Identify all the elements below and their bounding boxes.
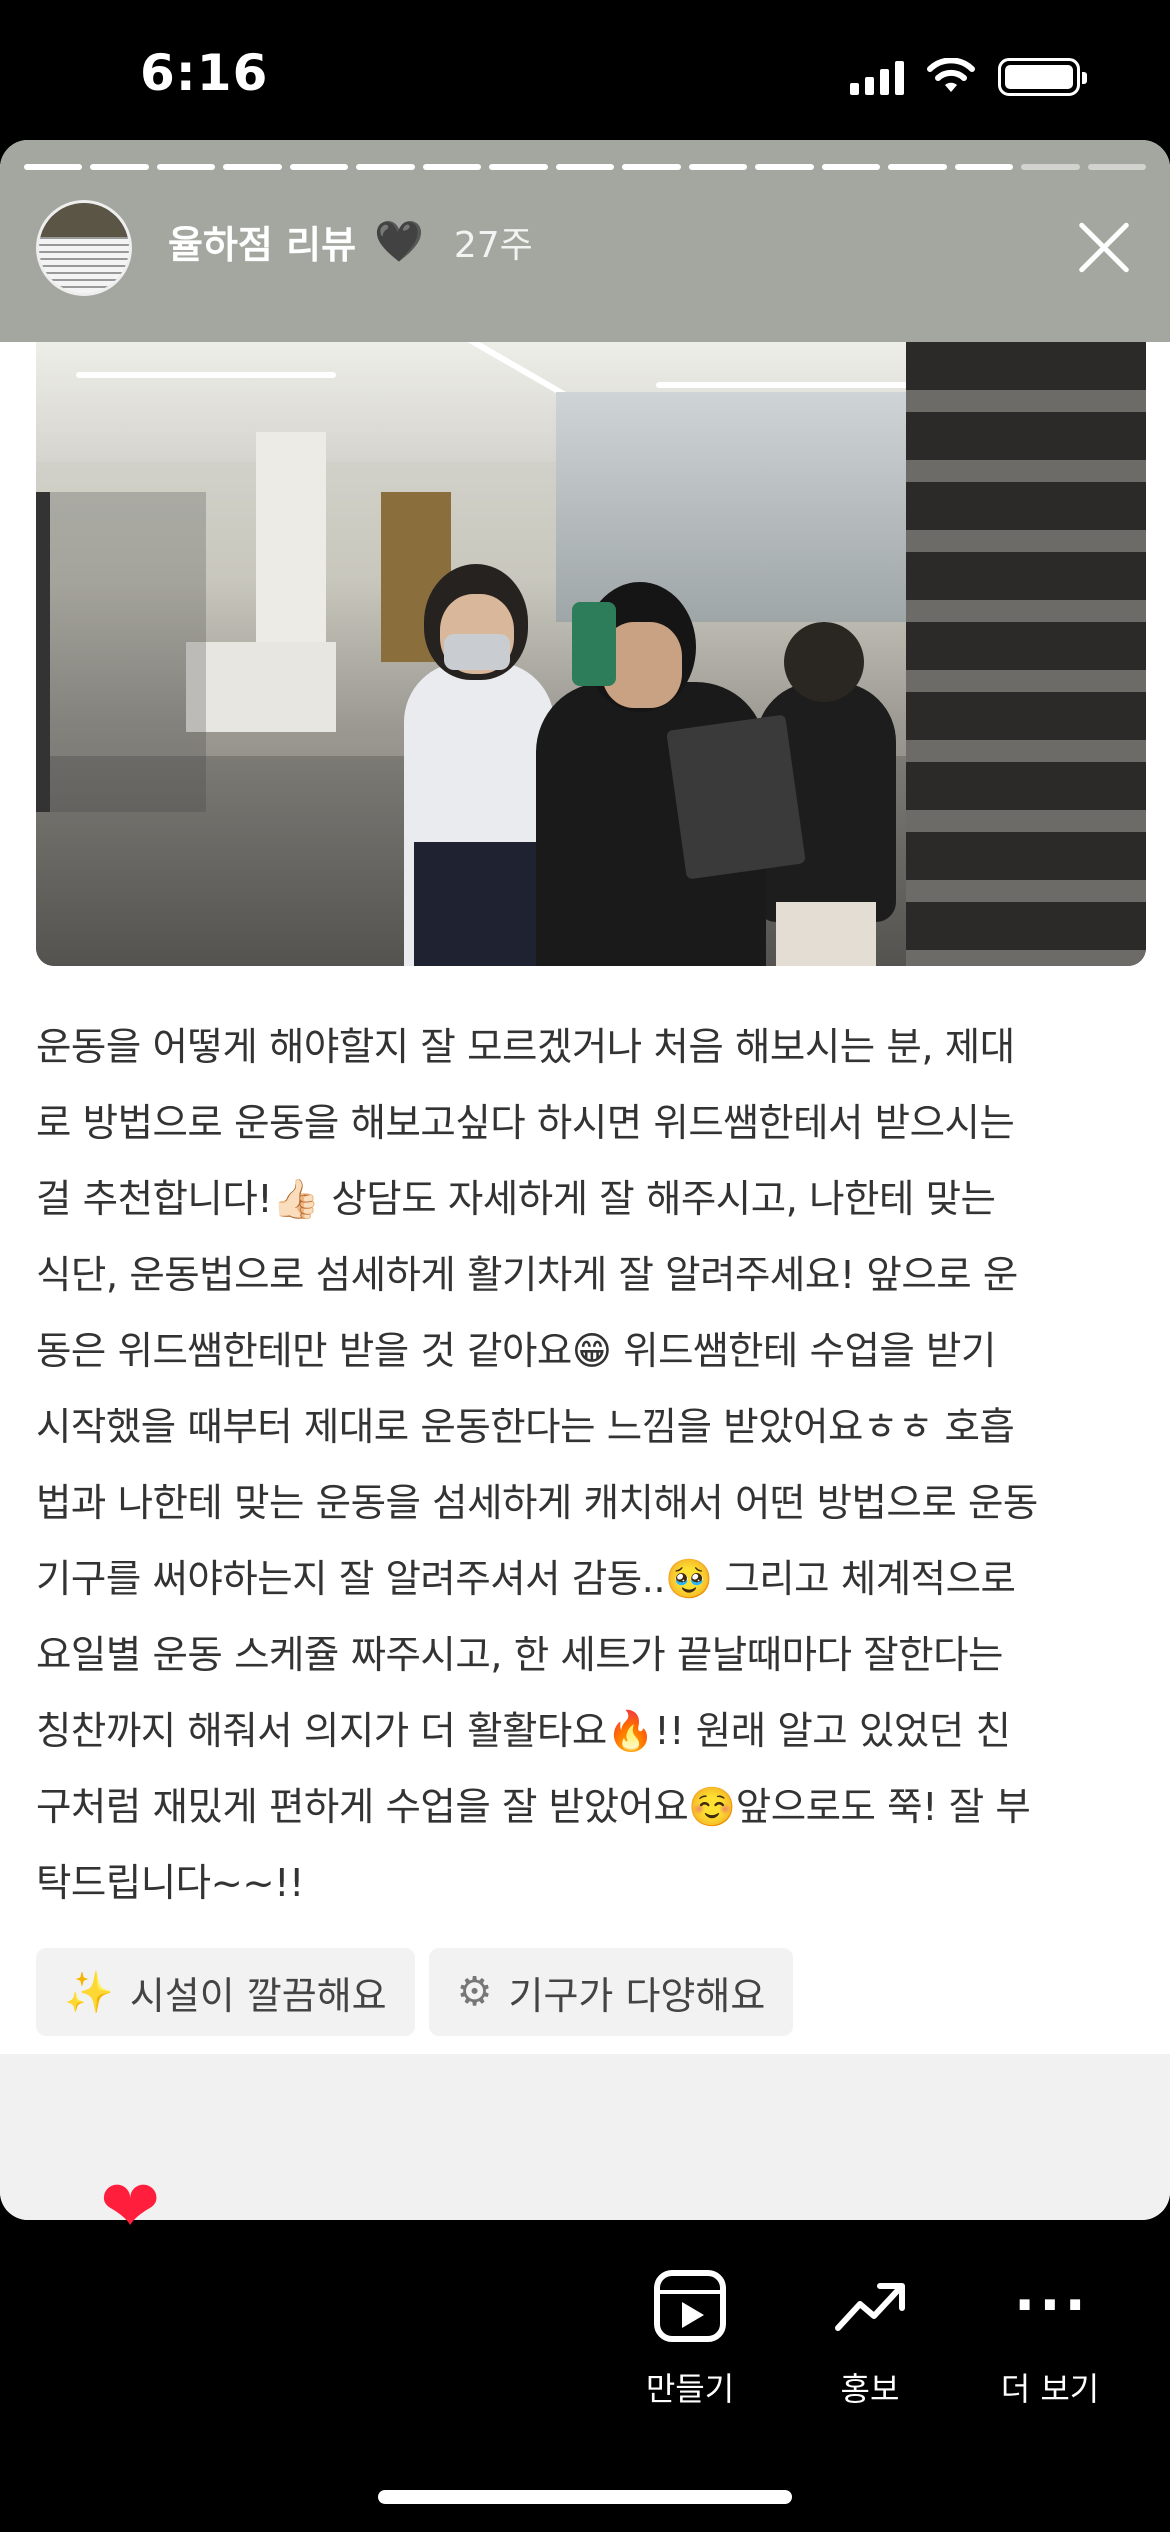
tag-various-equipment: ⚙ 기구가 다양해요 <box>428 1948 794 2036</box>
dumbbell-icon: ⚙ <box>456 1969 493 2015</box>
close-button[interactable] <box>1066 210 1142 286</box>
story-progress-bar <box>24 164 1146 170</box>
review-photo <box>36 342 1146 966</box>
clapperboard-play-icon <box>654 2270 726 2342</box>
promote-button[interactable]: 홍보 <box>790 2270 950 2410</box>
progress-segment <box>422 164 482 170</box>
story-viewer: 6:16 율하점 리뷰 🖤 27주 운동을 어떻게 해야할지 잘 모르겠거나 처… <box>0 0 1170 2532</box>
username[interactable]: 율하점 리뷰 <box>168 214 356 269</box>
review-tags: ✨ 시설이 깔끔해요 ⚙ 기구가 다양해요 <box>36 1948 794 2036</box>
tag-label: 기구가 다양해요 <box>508 1973 766 2018</box>
create-label: 만들기 <box>645 2370 735 2408</box>
story-user-info: 율하점 리뷰 🖤 27주 <box>168 214 533 269</box>
progress-segment <box>356 164 415 170</box>
more-button[interactable]: ··· 더 보기 <box>970 2270 1130 2410</box>
status-time: 6:16 <box>140 44 269 102</box>
progress-segment <box>1021 164 1080 170</box>
battery-icon <box>998 58 1087 96</box>
tag-clean-facility: ✨ 시설이 깔끔해요 <box>36 1948 415 2036</box>
progress-segment <box>555 164 615 170</box>
progress-segment <box>954 164 1014 170</box>
create-button[interactable]: 만들기 <box>610 2270 770 2410</box>
story-card[interactable]: 율하점 리뷰 🖤 27주 운동을 어떻게 해야할지 잘 모르겠거나 처음 해보시… <box>0 140 1170 2220</box>
progress-segment <box>156 164 216 170</box>
progress-segment <box>24 164 83 170</box>
more-icon: ··· <box>1014 2273 1090 2338</box>
promote-label: 홍보 <box>840 2370 900 2408</box>
progress-segment <box>888 164 947 170</box>
progress-segment <box>489 164 548 170</box>
cellular-signal-icon <box>850 59 904 95</box>
card-footer-band <box>0 2054 1170 2220</box>
more-label: 더 보기 <box>1000 2370 1100 2408</box>
progress-segment <box>289 164 349 170</box>
sparkles-icon: ✨ <box>64 1969 114 2016</box>
progress-segment <box>755 164 814 170</box>
review-text: 운동을 어떻게 해야할지 잘 모르겠거나 처음 해보시는 분, 제대 로 방법으… <box>36 1025 1038 1906</box>
black-heart-icon: 🖤 <box>374 219 424 265</box>
status-bar: 6:16 <box>0 0 1170 140</box>
progress-segment <box>688 164 748 170</box>
wifi-icon <box>927 58 975 92</box>
status-icons <box>850 58 1087 96</box>
story-header: 율하점 리뷰 🖤 27주 <box>0 140 1170 342</box>
progress-segment <box>90 164 149 170</box>
tag-label: 시설이 깔끔해요 <box>129 1973 387 2018</box>
trending-up-icon <box>835 2283 905 2331</box>
story-time: 27주 <box>453 224 533 266</box>
avatar[interactable] <box>36 200 132 296</box>
home-indicator[interactable] <box>378 2490 792 2504</box>
progress-segment <box>223 164 282 170</box>
heart-icon[interactable]: ❤ <box>100 2170 160 2242</box>
progress-segment <box>622 164 681 170</box>
progress-segment <box>821 164 881 170</box>
progress-segment <box>1087 164 1146 170</box>
